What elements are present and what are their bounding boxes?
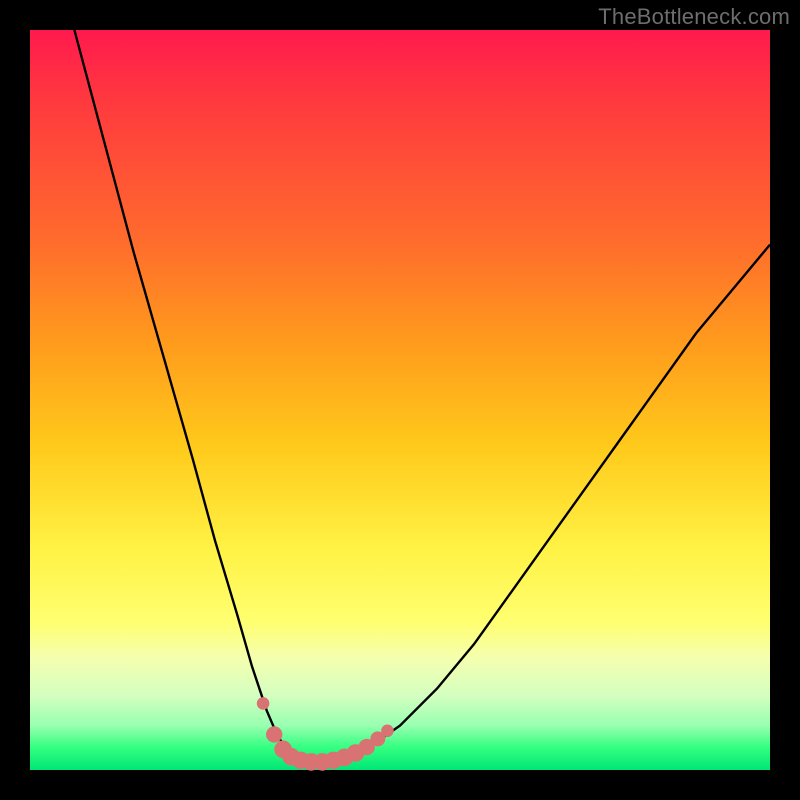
watermark-text: TheBottleneck.com <box>598 4 790 30</box>
curve-marker <box>381 725 394 738</box>
curve-marker <box>257 697 270 710</box>
curve-marker <box>266 726 282 742</box>
bottleneck-curve <box>74 30 770 761</box>
plot-area <box>30 30 770 770</box>
chart-frame: TheBottleneck.com <box>0 0 800 800</box>
curve-markers <box>257 697 394 771</box>
curve-layer <box>30 30 770 770</box>
